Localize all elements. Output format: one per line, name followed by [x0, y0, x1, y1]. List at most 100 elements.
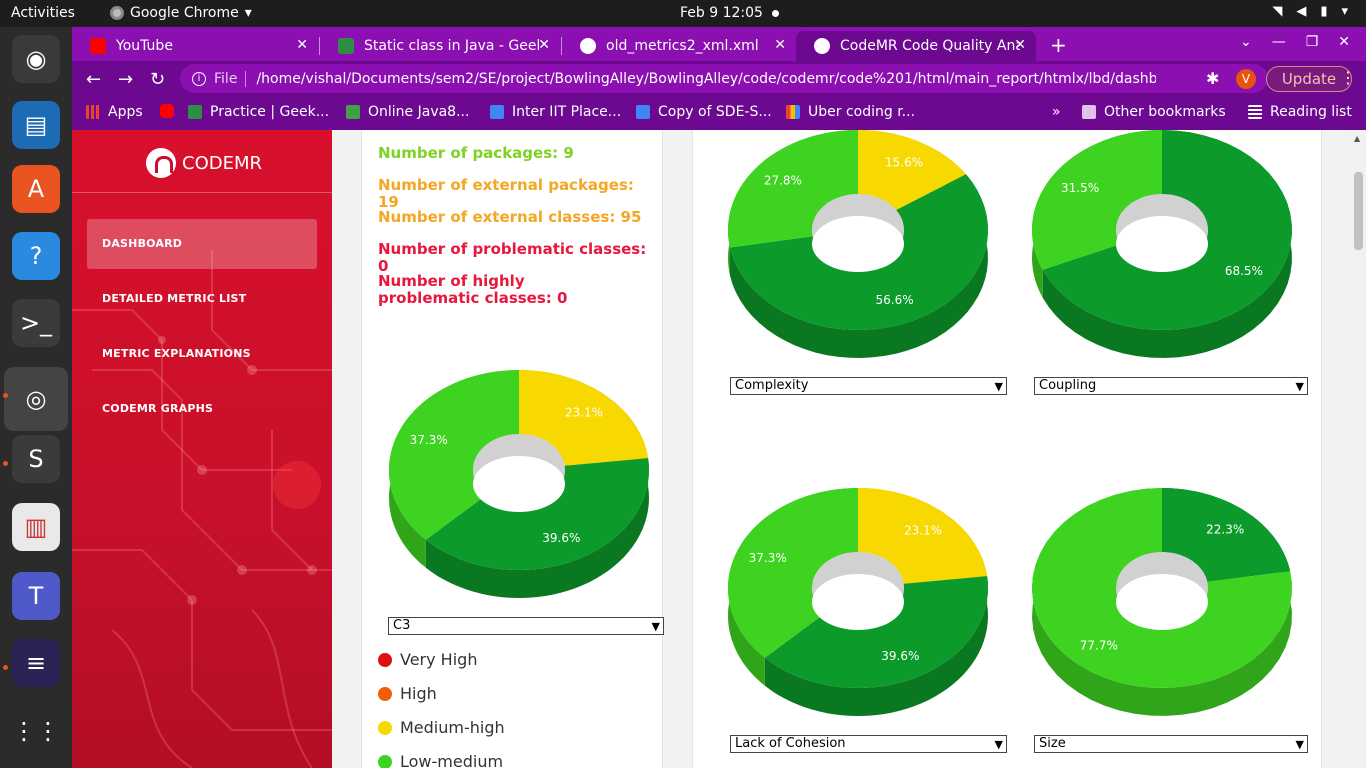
profile-avatar[interactable]: V: [1236, 69, 1256, 89]
running-indicator: [3, 393, 8, 398]
sublime-icon[interactable]: S: [12, 435, 60, 483]
close-window-icon[interactable]: ✕: [1338, 34, 1350, 50]
legend-label: Medium-high: [400, 718, 505, 737]
maximize-icon[interactable]: ❐: [1306, 34, 1319, 50]
bookmark-inter-iit[interactable]: Inter IIT Place...: [490, 104, 621, 120]
brand-name: CODEMR: [182, 152, 263, 174]
new-tab-button[interactable]: +: [1050, 33, 1067, 57]
sidebar-item-dashboard[interactable]: DASHBOARD: [87, 219, 317, 269]
tab-geeks[interactable]: Static class in Java - Geeks ✕: [320, 31, 560, 61]
tab-xml[interactable]: old_metrics2_xml.xml ✕: [562, 31, 796, 61]
chevron-down-icon: ▼: [1295, 738, 1304, 751]
chevron-down-icon: ▾: [244, 5, 252, 21]
docs-icon: [490, 105, 504, 119]
select-value: C3: [393, 618, 411, 633]
bookmarks-bar: Apps Practice | Geek... Online Java8... …: [72, 96, 1366, 130]
chevron-down-icon: ▾: [1341, 4, 1348, 19]
pie-slice-label: 31.5%: [1061, 181, 1099, 195]
chrome-small-icon: [110, 6, 124, 20]
select-value: Complexity: [735, 378, 809, 393]
metric-select-c3[interactable]: C3 ▼: [388, 617, 664, 635]
bookmarks-overflow[interactable]: »: [1052, 104, 1061, 120]
brand[interactable]: CODEMR: [146, 148, 262, 178]
legend-label: Low-medium: [400, 752, 504, 768]
pie-slice-label: 39.6%: [542, 531, 580, 545]
chevron-down-icon: ▼: [651, 620, 660, 633]
bookmark-online-java[interactable]: Online Java8...: [346, 104, 469, 120]
metric-select-coupling[interactable]: Coupling ▼: [1034, 377, 1308, 395]
activities-button[interactable]: Activities: [11, 5, 75, 21]
rhythmbox-icon[interactable]: ◉: [12, 35, 60, 83]
sidebar-item-metric-explanations[interactable]: METRIC EXPLANATIONS: [87, 329, 317, 379]
minimize-icon[interactable]: —: [1272, 34, 1286, 50]
codemr-icon: [814, 38, 830, 54]
pie-chart-lack-of-cohesion: 23.1% 39.6% 37.3%: [728, 488, 988, 716]
pie-hole: [812, 574, 904, 630]
reading-list-label: Reading list: [1270, 104, 1352, 120]
bookmark-uber[interactable]: Uber coding r...: [786, 104, 915, 120]
reading-list[interactable]: Reading list: [1248, 104, 1352, 120]
close-icon[interactable]: ✕: [774, 37, 786, 53]
legend-low-medium: Low-medium: [378, 752, 503, 768]
scrollbar-thumb[interactable]: [1354, 172, 1363, 250]
close-icon[interactable]: ✕: [1014, 37, 1026, 53]
close-icon[interactable]: ✕: [538, 37, 550, 53]
tab-bar: YouTube ✕ Static class in Java - Geeks ✕…: [72, 27, 1366, 61]
bookmark-label: Apps: [108, 104, 143, 120]
youtube-icon: [90, 38, 106, 54]
other-bookmarks[interactable]: Other bookmarks: [1082, 104, 1226, 120]
metric-select-complexity[interactable]: Complexity ▼: [730, 377, 1007, 395]
bookmark-youtube[interactable]: [160, 104, 174, 118]
tab-codemr[interactable]: CodeMR Code Quality Ana ✕: [796, 31, 1036, 61]
sidebar-item-codemr-graphs[interactable]: CODEMR GRAPHS: [87, 384, 317, 434]
youtube-icon: [160, 104, 174, 118]
forward-icon[interactable]: →: [118, 69, 133, 90]
pie-slice-label: 37.3%: [749, 551, 787, 565]
software-icon[interactable]: A: [12, 165, 60, 213]
help-icon[interactable]: ?: [12, 232, 60, 280]
legend-swatch: [378, 652, 392, 667]
geeksforgeeks-icon: [188, 105, 202, 119]
extensions-icon[interactable]: ✱: [1206, 69, 1219, 88]
bookmark-practice[interactable]: Practice | Geek...: [188, 104, 329, 120]
chevron-right-icon: »: [1052, 104, 1061, 120]
back-icon[interactable]: ←: [86, 69, 101, 90]
tab-youtube[interactable]: YouTube ✕: [72, 31, 318, 61]
chrome-icon[interactable]: ◎: [4, 367, 68, 431]
bookmark-sde[interactable]: Copy of SDE-S...: [636, 104, 772, 120]
tab-search-icon[interactable]: ⌄: [1240, 34, 1252, 50]
address-bar[interactable]: i File /home/vishal/Documents/sem2/SE/pr…: [180, 64, 1268, 93]
pie-slice-label: 37.3%: [410, 433, 448, 447]
pie-hole: [812, 216, 904, 272]
legend-very-high: Very High: [378, 650, 477, 669]
menu-icon[interactable]: ⋮: [1340, 68, 1356, 87]
code-icon: [346, 105, 360, 119]
reload-icon[interactable]: ↻: [150, 69, 165, 90]
chevron-down-icon: ▼: [994, 380, 1003, 393]
url-text[interactable]: /home/vishal/Documents/sem2/SE/project/B…: [256, 71, 1156, 87]
close-icon[interactable]: ✕: [296, 37, 308, 53]
system-tray[interactable]: ◥ ◀ ▮ ▾: [1272, 4, 1348, 19]
info-icon[interactable]: i: [192, 71, 206, 86]
select-value: Coupling: [1039, 378, 1097, 393]
sidebar-item-detailed-metric-list[interactable]: DETAILED METRIC LIST: [87, 274, 317, 324]
page-scrollbar[interactable]: ▲: [1351, 130, 1366, 768]
pie-chart-complexity: 15.6% 56.6% 27.8%: [728, 130, 988, 358]
pie-chart-coupling: 68.5% 31.5%: [1032, 130, 1292, 358]
teams-icon[interactable]: T: [12, 572, 60, 620]
pie-slice-label: 68.5%: [1225, 264, 1263, 278]
bookmark-apps[interactable]: Apps: [86, 104, 143, 120]
metric-select-size[interactable]: Size ▼: [1034, 735, 1308, 753]
clock[interactable]: Feb 9 12:05: [680, 5, 763, 21]
stat-external-packages: Number of external packages: 19: [378, 176, 634, 211]
app-menu[interactable]: Google Chrome ▾: [110, 5, 252, 21]
metric-select-lack-of-cohesion[interactable]: Lack of Cohesion ▼: [730, 735, 1007, 753]
terminal-icon[interactable]: >_: [12, 299, 60, 347]
scheme-label: File: [214, 70, 238, 87]
app-grid-icon[interactable]: ⋮⋮: [12, 707, 60, 755]
eclipse-icon[interactable]: ≡: [12, 639, 60, 687]
scroll-up-icon[interactable]: ▲: [1354, 134, 1360, 143]
writer-icon[interactable]: ▤: [12, 101, 60, 149]
pie-slice-label: 27.8%: [764, 174, 802, 188]
reader-icon[interactable]: ▥: [12, 503, 60, 551]
